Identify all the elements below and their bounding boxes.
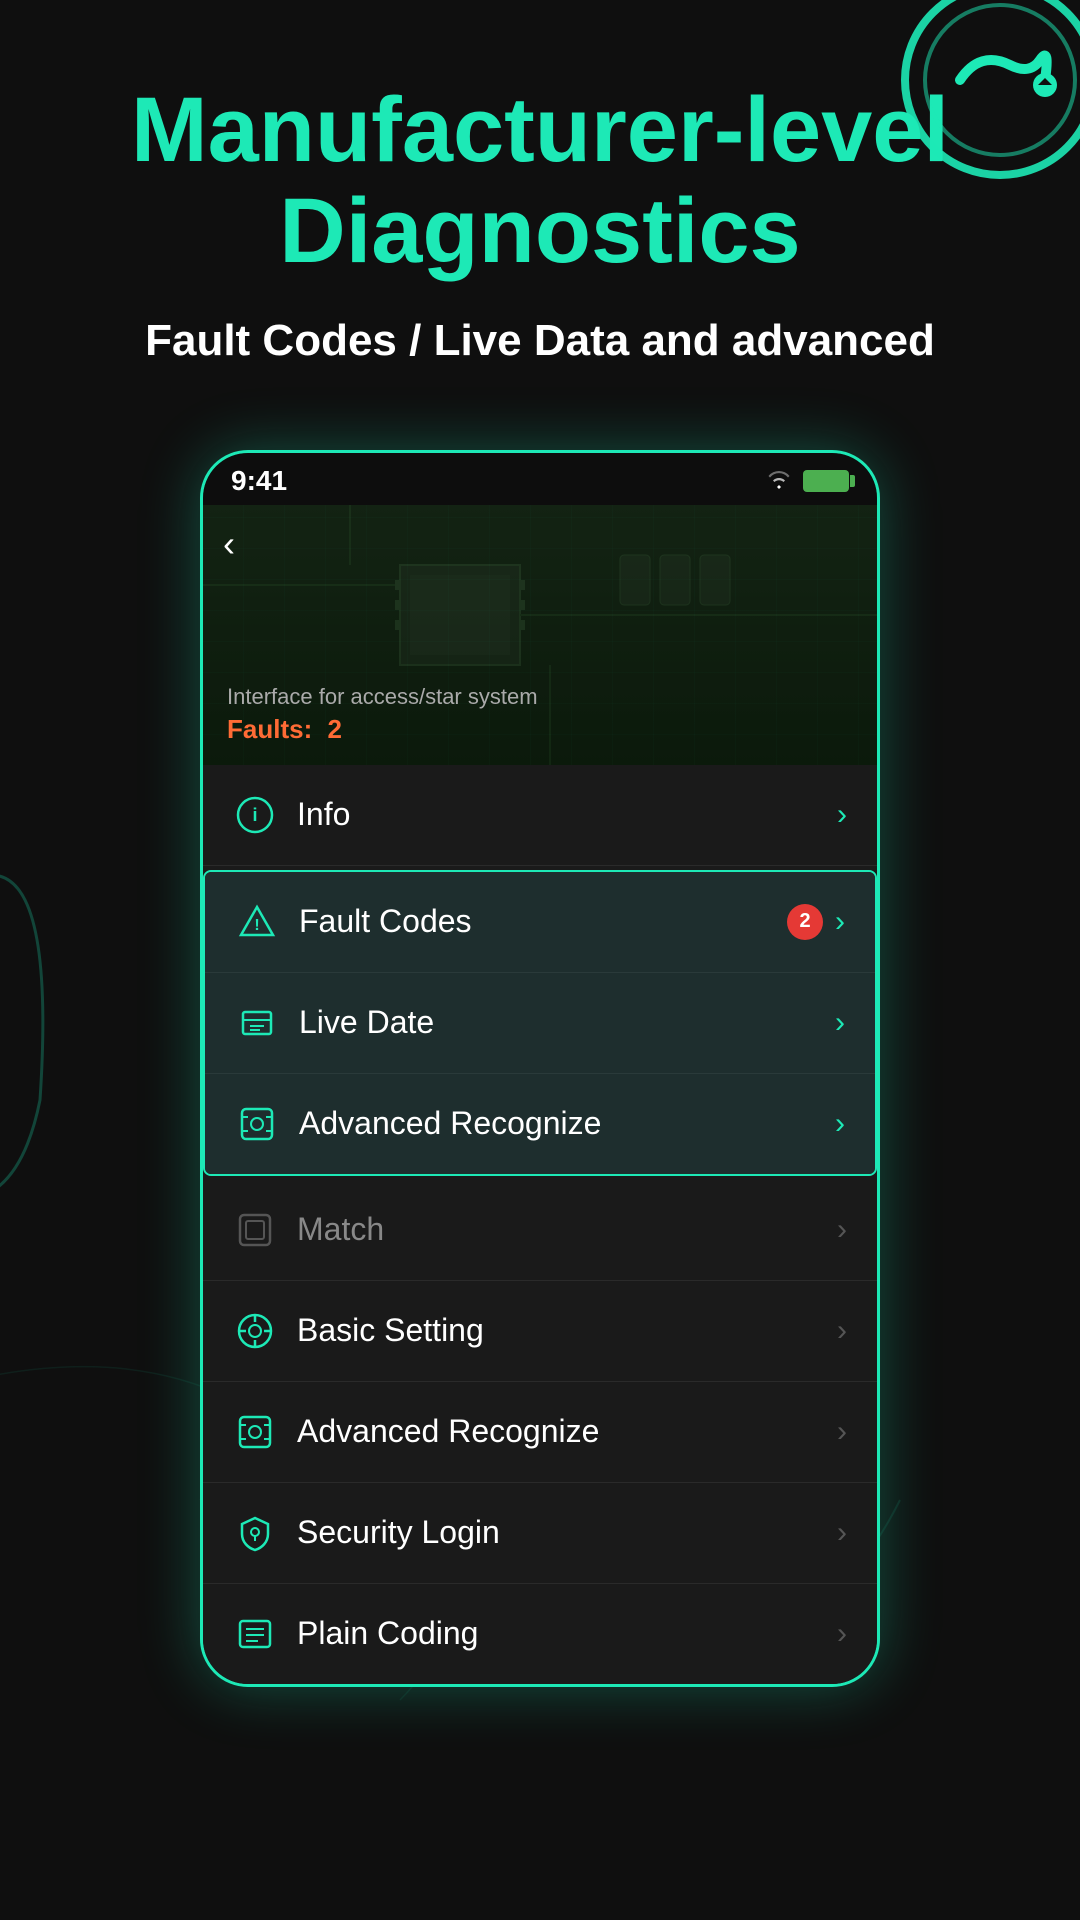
info-label: Info [297,796,837,833]
advanced-recognize-label-highlighted: Advanced Recognize [299,1105,835,1142]
status-bar: 9:41 [203,453,877,505]
status-icons [765,467,849,495]
hero-subtitle: Fault Codes / Live Data and advanced [60,312,1020,369]
fault-codes-icon: ! [235,900,279,944]
fault-codes-label: Fault Codes [299,903,787,940]
circuit-description: Interface for access/star system [227,684,538,710]
plain-coding-arrow: › [837,1617,847,1651]
basic-setting-icon [233,1309,277,1353]
menu-item-advanced-recognize-2[interactable]: Advanced Recognize › [203,1382,877,1483]
plain-coding-icon [233,1612,277,1656]
menu-item-live-date[interactable]: Live Date › [205,973,875,1074]
plain-coding-label: Plain Coding [297,1615,837,1652]
highlighted-group: ! Fault Codes 2 › [203,870,877,1176]
info-icon: i [233,793,277,837]
fault-codes-badge: 2 [787,904,823,940]
menu-item-advanced-recognize-highlighted[interactable]: Advanced Recognize › [205,1074,875,1174]
wifi-icon [765,467,793,495]
app-logo [900,0,1080,180]
circuit-background: ‹ Interface for access/star system Fault… [203,505,877,765]
basic-setting-arrow: › [837,1314,847,1348]
menu-item-match[interactable]: Match › [203,1180,877,1281]
advanced-recognize-2-arrow: › [837,1415,847,1449]
menu-item-info[interactable]: i Info › [203,765,877,866]
security-login-arrow: › [837,1516,847,1550]
back-button[interactable]: ‹ [223,523,235,565]
phone-frame: 9:41 [200,450,880,1687]
live-date-icon [235,1001,279,1045]
svg-text:i: i [252,805,257,825]
fault-count-display: Faults: 2 [227,714,538,745]
phone-mockup: 9:41 [200,450,880,1687]
live-date-arrow: › [835,1006,845,1040]
advanced-recognize-2-label: Advanced Recognize [297,1413,837,1450]
menu-item-plain-coding[interactable]: Plain Coding › [203,1584,877,1684]
fault-codes-arrow: › [835,905,845,939]
svg-text:!: ! [254,917,259,934]
security-login-label: Security Login [297,1514,837,1551]
battery-icon [803,470,849,492]
hero-title: Manufacturer-level Diagnostics [60,80,1020,282]
match-icon [233,1208,277,1252]
advanced-recognize-arrow-highlighted: › [835,1107,845,1141]
match-arrow: › [837,1213,847,1247]
menu-item-security-login[interactable]: Security Login › [203,1483,877,1584]
menu-item-basic-setting[interactable]: Basic Setting › [203,1281,877,1382]
fault-info: Interface for access/star system Faults:… [227,684,538,745]
security-login-icon [233,1511,277,1555]
live-date-label: Live Date [299,1004,835,1041]
advanced-recognize-icon [235,1102,279,1146]
menu-list: i Info › ! Fault Codes 2 [203,765,877,1684]
match-label: Match [297,1211,837,1248]
basic-setting-label: Basic Setting [297,1312,837,1349]
menu-item-fault-codes[interactable]: ! Fault Codes 2 › [205,872,875,973]
info-arrow: › [837,798,847,832]
advanced-recognize-2-icon [233,1410,277,1454]
status-time: 9:41 [231,465,287,497]
